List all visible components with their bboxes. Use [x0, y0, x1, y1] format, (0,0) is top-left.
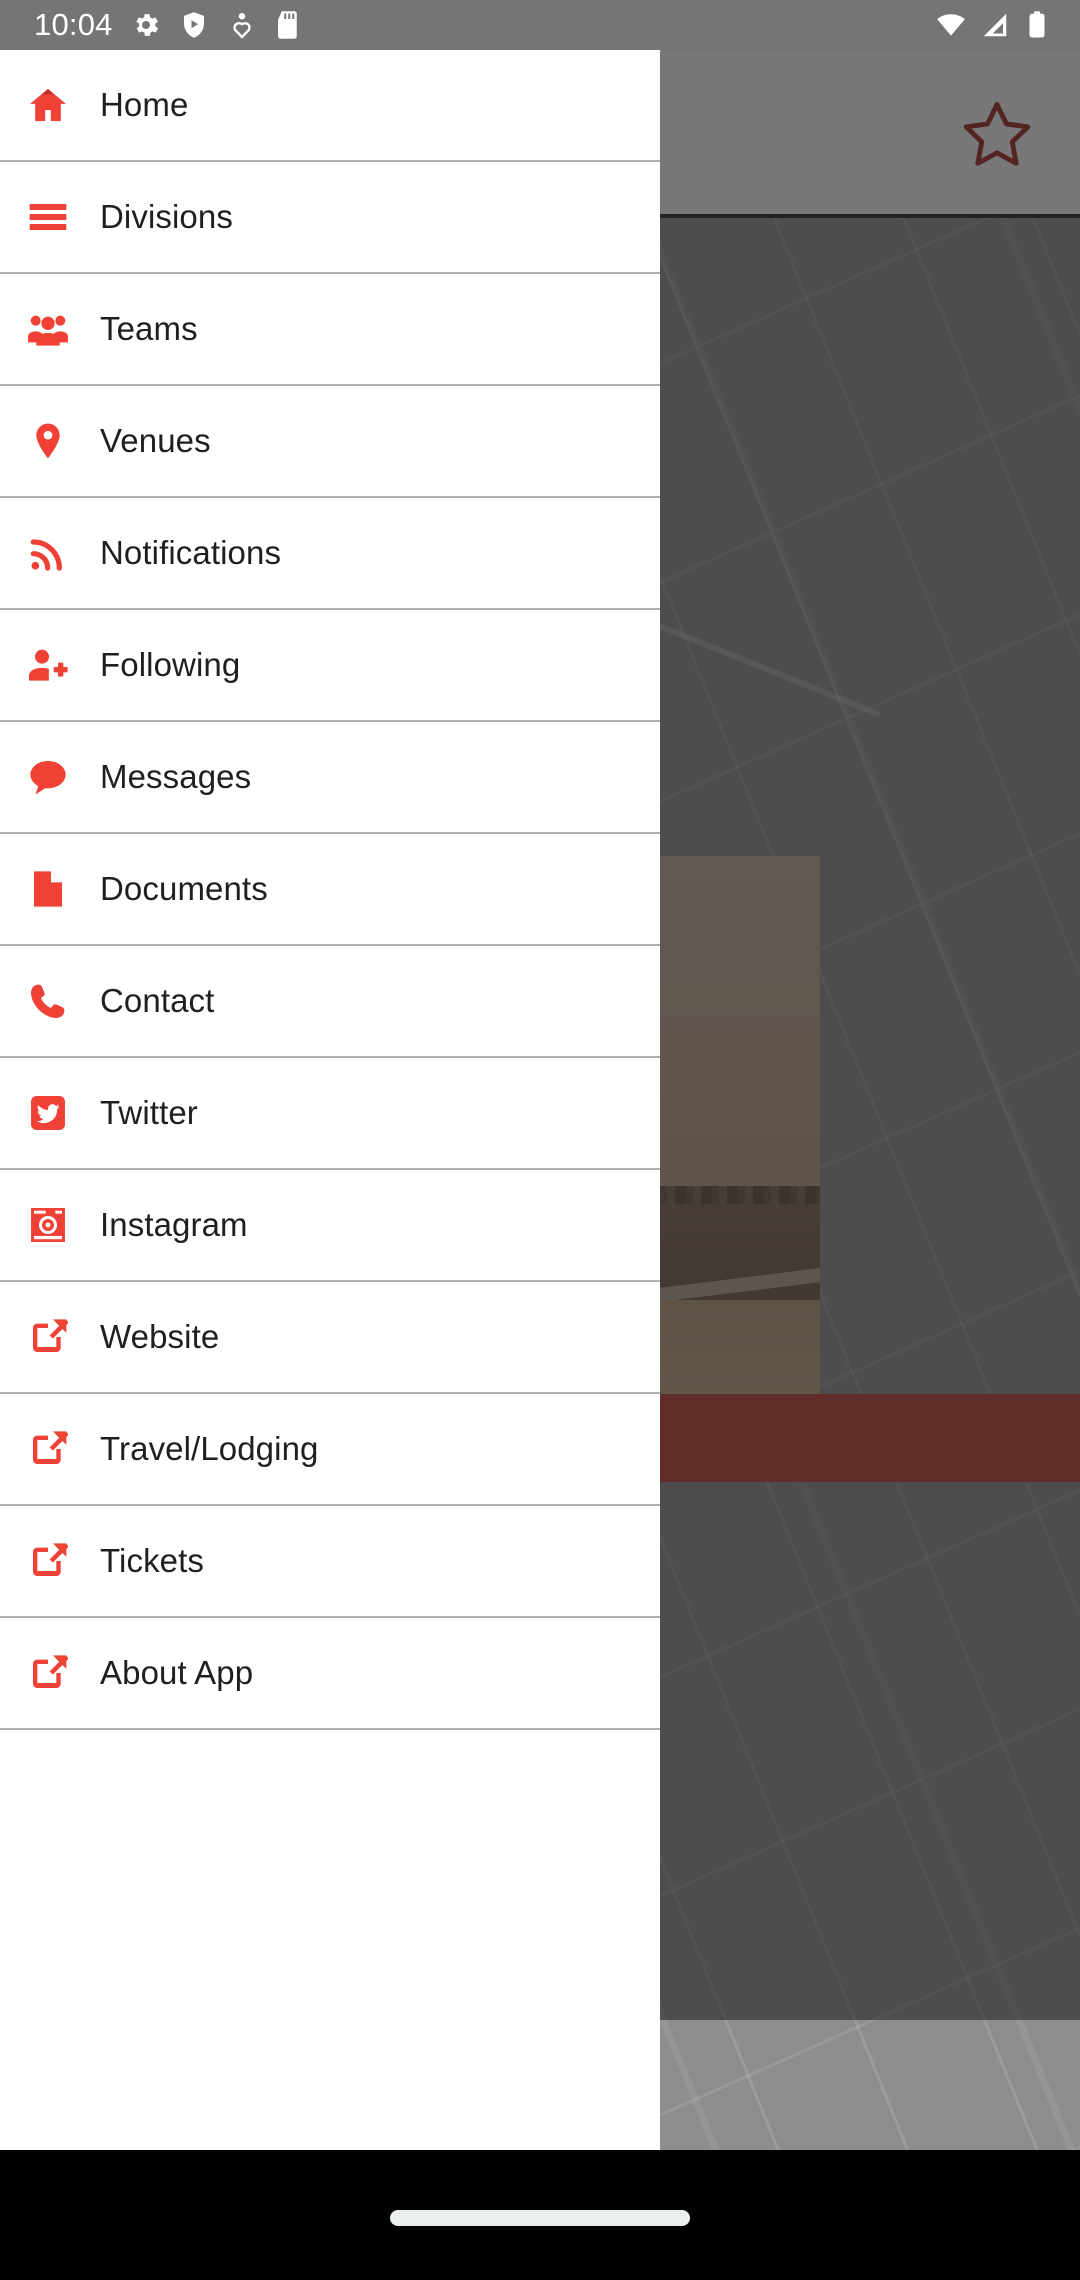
speech-bubble-icon: [28, 757, 84, 797]
sidebar-item-about-app[interactable]: About App: [0, 1618, 660, 1730]
status-bar: 10:04: [0, 0, 1080, 50]
instagram-icon: [28, 1205, 84, 1245]
play-protect-shield-icon: [179, 10, 209, 40]
external-link-icon: [28, 1429, 84, 1469]
sidebar-item-label: Following: [100, 646, 241, 683]
sidebar-item-label: Website: [100, 1318, 220, 1355]
sidebar-item-label: Contact: [100, 982, 215, 1019]
rss-feed-icon: [28, 533, 84, 573]
system-navigation-bar: [0, 2150, 1080, 2280]
gear-icon: [131, 10, 161, 40]
sidebar-item-documents[interactable]: Documents: [0, 834, 660, 946]
home-icon: [28, 85, 84, 125]
sidebar-item-messages[interactable]: Messages: [0, 722, 660, 834]
user-plus-icon: [28, 645, 84, 685]
external-link-icon: [28, 1653, 84, 1693]
battery-icon: [1024, 10, 1050, 40]
sidebar-item-label: Instagram: [100, 1206, 248, 1243]
sidebar-item-twitter[interactable]: Twitter: [0, 1058, 660, 1170]
sidebar-item-instagram[interactable]: Instagram: [0, 1170, 660, 1282]
status-clock: 10:04: [34, 7, 113, 42]
sidebar-item-contact[interactable]: Contact: [0, 946, 660, 1058]
sidebar-item-venues[interactable]: Venues: [0, 386, 660, 498]
users-group-icon: [28, 309, 84, 349]
wifi-icon: [936, 10, 966, 40]
sd-card-icon: [275, 10, 301, 40]
bars-list-icon: [28, 197, 84, 237]
sidebar-item-label: Teams: [100, 310, 198, 347]
navigation-drawer: Home Divisions Teams Venues Notification: [0, 50, 660, 2150]
sidebar-item-label: About App: [100, 1654, 254, 1691]
sidebar-item-teams[interactable]: Teams: [0, 274, 660, 386]
cellular-signal-icon: [980, 10, 1010, 40]
sidebar-item-label: Home: [100, 86, 189, 123]
sidebar-item-label: Tickets: [100, 1542, 204, 1579]
sidebar-item-website[interactable]: Website: [0, 1282, 660, 1394]
status-bar-right: [936, 10, 1080, 40]
sidebar-item-label: Documents: [100, 870, 268, 907]
sidebar-item-label: Notifications: [100, 534, 282, 571]
sidebar-item-label: Messages: [100, 758, 252, 795]
sidebar-item-tickets[interactable]: Tickets: [0, 1506, 660, 1618]
gesture-home-pill[interactable]: [390, 2210, 690, 2226]
phone-screen: 10:04 Home Divisions Teams Venues Notifi…: [0, 0, 1080, 2280]
sidebar-item-notifications[interactable]: Notifications: [0, 498, 660, 610]
sidebar-item-divisions[interactable]: Divisions: [0, 162, 660, 274]
document-file-icon: [28, 869, 84, 909]
sidebar-item-travel-lodging[interactable]: Travel/Lodging: [0, 1394, 660, 1506]
sidebar-item-home[interactable]: Home: [0, 50, 660, 162]
sidebar-item-label: Travel/Lodging: [100, 1430, 319, 1467]
status-bar-left: 10:04: [0, 7, 301, 43]
sidebar-item-label: Divisions: [100, 198, 233, 235]
sidebar-item-following[interactable]: Following: [0, 610, 660, 722]
twitter-icon: [28, 1093, 84, 1133]
sidebar-item-label: Twitter: [100, 1094, 198, 1131]
phone-icon: [28, 981, 84, 1021]
drawer-empty-space: [0, 1730, 660, 2150]
map-pin-icon: [28, 421, 84, 461]
external-link-icon: [28, 1317, 84, 1357]
sidebar-item-label: Venues: [100, 422, 211, 459]
health-heart-icon: [227, 10, 257, 40]
external-link-icon: [28, 1541, 84, 1581]
